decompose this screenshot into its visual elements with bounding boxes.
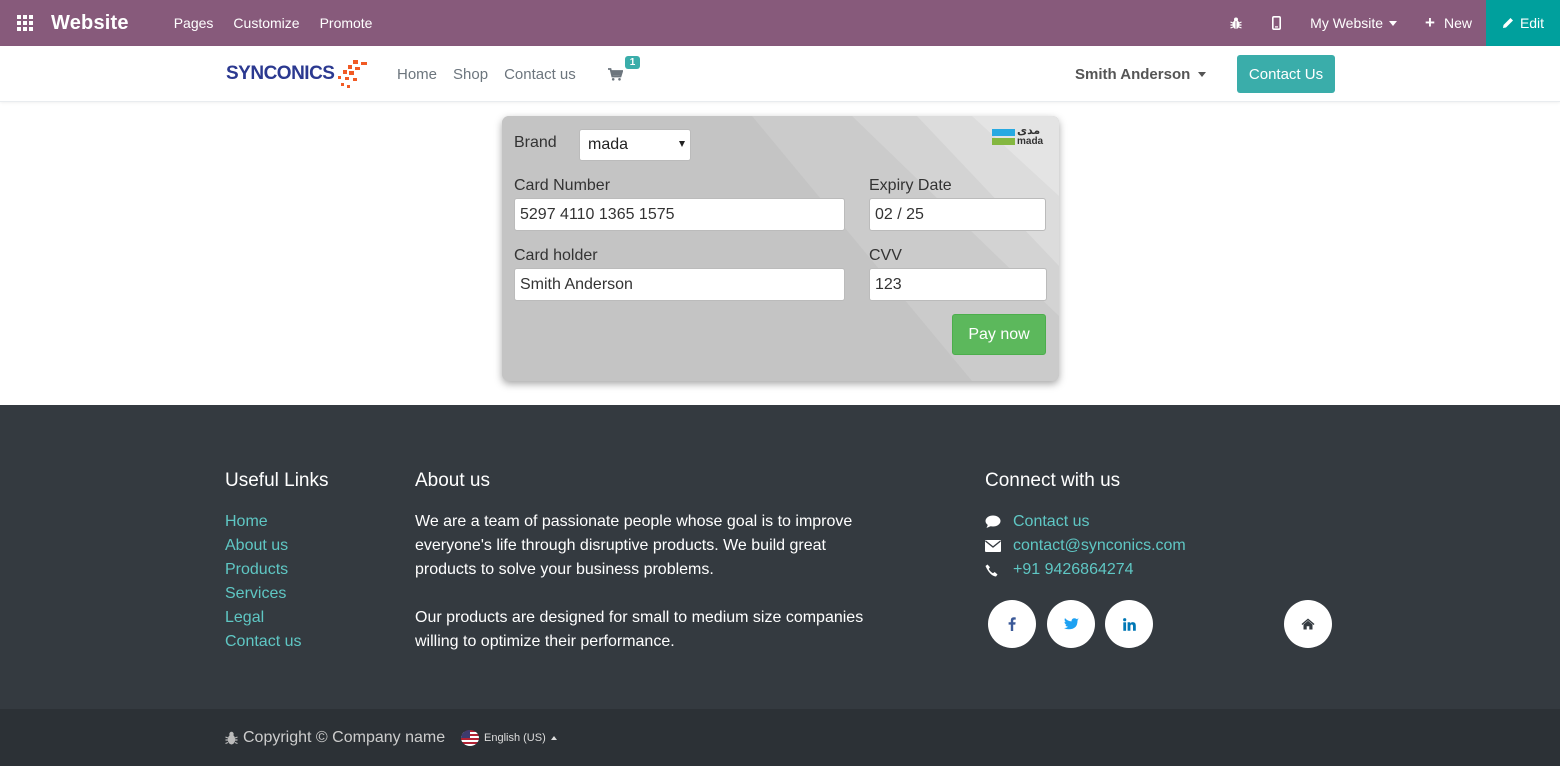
admin-menu-promote[interactable]: Promote [320, 15, 373, 31]
useful-links-title: Useful Links [225, 470, 329, 491]
new-button-label: New [1443, 15, 1472, 31]
card-number-input[interactable]: 5297 4110 1365 1575 [514, 198, 845, 231]
footer-link-contact-us[interactable]: Contact us [225, 630, 301, 654]
plus-icon: + [1425, 13, 1435, 32]
edit-button-label: Edit [1519, 15, 1545, 31]
admin-menu-customize[interactable]: Customize [233, 15, 299, 31]
nav-home[interactable]: Home [397, 66, 437, 83]
useful-links-list: Home About us Products Services Legal Co… [225, 510, 301, 654]
footer: Useful Links Home About us Products Serv… [0, 405, 1560, 709]
connect-phone-row: +91 9426864274 [985, 558, 1186, 582]
company-logo[interactable]: SYNCONICS [226, 56, 371, 92]
admin-menu: Pages Customize Promote [174, 15, 393, 31]
brand-label: Brand [514, 134, 557, 151]
language-selector[interactable]: English (US) [461, 730, 557, 746]
connect-email-row: contact@synconics.com [985, 534, 1186, 558]
card-holder-label: Card holder [514, 247, 598, 264]
connect-contact-row: Contact us [985, 510, 1186, 534]
pencil-icon [1502, 18, 1513, 28]
comment-icon [985, 515, 1013, 529]
pay-now-button[interactable]: Pay now [952, 314, 1046, 355]
connect-list: Contact us contact@synconics.com +91 942… [985, 510, 1186, 582]
connect-email-link[interactable]: contact@synconics.com [1013, 537, 1186, 555]
facebook-icon[interactable] [988, 600, 1036, 648]
apps-icon[interactable] [0, 0, 50, 46]
bug-icon[interactable] [1216, 17, 1256, 30]
cart-icon [607, 67, 623, 81]
home-icon[interactable] [1284, 600, 1332, 648]
connect-title: Connect with us [985, 470, 1121, 491]
admin-bar: Website Pages Customize Promote My Websi… [0, 0, 1560, 46]
user-menu[interactable]: Smith Anderson [1075, 46, 1207, 102]
cart-count-badge: 1 [624, 55, 641, 69]
nav-shop[interactable]: Shop [453, 66, 488, 83]
copyright-bar: Copyright © Company name English (US) [0, 709, 1560, 766]
envelope-icon [985, 540, 1013, 552]
new-button[interactable]: + New [1425, 13, 1472, 32]
copyright-text: Copyright © Company name [243, 729, 446, 746]
payment-card-form: Brand mada مدى mada Card Number 5297 411… [502, 116, 1059, 381]
about-us-paragraph-1: We are a team of passionate people whose… [415, 513, 853, 578]
footer-link-home[interactable]: Home [225, 510, 301, 534]
us-flag-icon [461, 730, 479, 746]
user-name: Smith Anderson [1075, 65, 1191, 83]
contact-us-button[interactable]: Contact Us [1237, 55, 1335, 93]
cvv-input[interactable]: 123 [869, 268, 1047, 301]
main-nav: Home Shop Contact us 1 [397, 46, 641, 102]
footer-link-legal[interactable]: Legal [225, 606, 301, 630]
twitter-icon[interactable] [1047, 600, 1095, 648]
expiry-date-input[interactable]: 02 / 25 [869, 198, 1046, 231]
phone-icon [985, 564, 1013, 577]
card-holder-input[interactable]: Smith Anderson [514, 268, 845, 301]
logo-text: SYNCONICS [226, 63, 335, 84]
footer-link-products[interactable]: Products [225, 558, 301, 582]
website-selector[interactable]: My Website [1310, 15, 1398, 31]
about-us-paragraph-2: Our products are designed for small to m… [415, 609, 864, 650]
website-selector-label: My Website [1310, 15, 1384, 31]
cart-link[interactable]: 1 [607, 55, 641, 81]
footer-link-services[interactable]: Services [225, 582, 301, 606]
nav-contact-us[interactable]: Contact us [504, 66, 576, 83]
chevron-up-icon [550, 736, 557, 740]
copyright-text-container: Copyright © Company name [225, 729, 445, 747]
mobile-icon[interactable] [1256, 16, 1296, 30]
mada-logo: مدى mada [992, 125, 1048, 148]
connect-contact-link[interactable]: Contact us [1013, 513, 1089, 531]
edit-button[interactable]: Edit [1486, 0, 1560, 46]
brand-select-value: mada [588, 136, 629, 153]
cvv-label: CVV [869, 247, 902, 264]
linkedin-icon[interactable] [1105, 600, 1153, 648]
footer-link-about-us[interactable]: About us [225, 534, 301, 558]
expiry-date-label: Expiry Date [869, 177, 952, 194]
admin-menu-pages[interactable]: Pages [174, 15, 214, 31]
select-arrow-icon [679, 141, 685, 147]
chevron-down-icon [1389, 20, 1398, 26]
language-label: English (US) [484, 732, 546, 744]
admin-app-title[interactable]: Website [51, 12, 129, 35]
admin-right-actions: My Website + New Edit [1216, 0, 1560, 46]
bug-icon [225, 731, 238, 744]
connect-phone-link[interactable]: +91 9426864274 [1013, 561, 1134, 579]
card-number-label: Card Number [514, 177, 611, 194]
brand-select[interactable]: mada [579, 129, 691, 161]
site-header: SYNCONICS Home Shop Contact us 1 Smith A… [0, 46, 1560, 102]
about-us-title: About us [415, 470, 490, 491]
about-us-text: We are a team of passionate people whose… [415, 510, 865, 678]
logo-mark [335, 56, 371, 92]
chevron-down-icon [1198, 71, 1207, 77]
